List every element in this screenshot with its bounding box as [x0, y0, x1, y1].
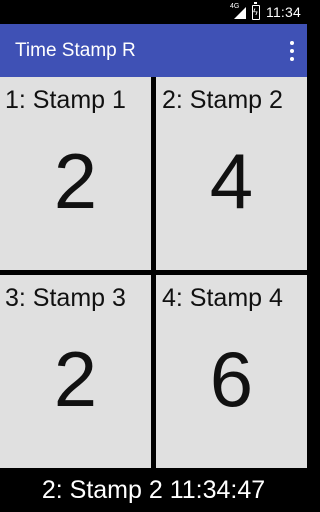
- stamp-count: 2: [53, 137, 98, 225]
- app-bar: Time Stamp R: [0, 24, 307, 77]
- stamp-label: 3: Stamp 3: [5, 284, 126, 312]
- stamp-label: 4: Stamp 4: [162, 284, 283, 312]
- stamp-count: 6: [209, 335, 254, 423]
- stamp-label: 1: Stamp 1: [5, 86, 126, 114]
- stamp-label: 2: Stamp 2: [162, 86, 283, 114]
- battery-charging-icon: ϟ: [252, 1, 260, 20]
- status-clock: 11:34: [266, 4, 301, 20]
- stamp-button-4[interactable]: 4: Stamp 4 6: [156, 275, 307, 468]
- stamp-button-2[interactable]: 2: Stamp 2 4: [156, 77, 307, 270]
- stamp-count: 2: [53, 335, 98, 423]
- stamp-count: 4: [209, 137, 254, 225]
- last-stamp-footer: 2: Stamp 2 11:34:47: [0, 468, 307, 512]
- cell-signal-icon: 4G: [230, 3, 246, 20]
- stamp-button-1[interactable]: 1: Stamp 1 2: [0, 77, 151, 270]
- stamp-button-3[interactable]: 3: Stamp 3 2: [0, 275, 151, 468]
- last-stamp-text: 2: Stamp 2 11:34:47: [41, 475, 266, 504]
- stamp-grid: 1: Stamp 1 2 2: Stamp 2 4 3: Stamp 3 2 4…: [0, 77, 307, 468]
- overflow-menu-icon[interactable]: [289, 41, 295, 61]
- app-title: Time Stamp R: [15, 39, 136, 61]
- status-bar: 4G ϟ 11:34: [0, 0, 307, 24]
